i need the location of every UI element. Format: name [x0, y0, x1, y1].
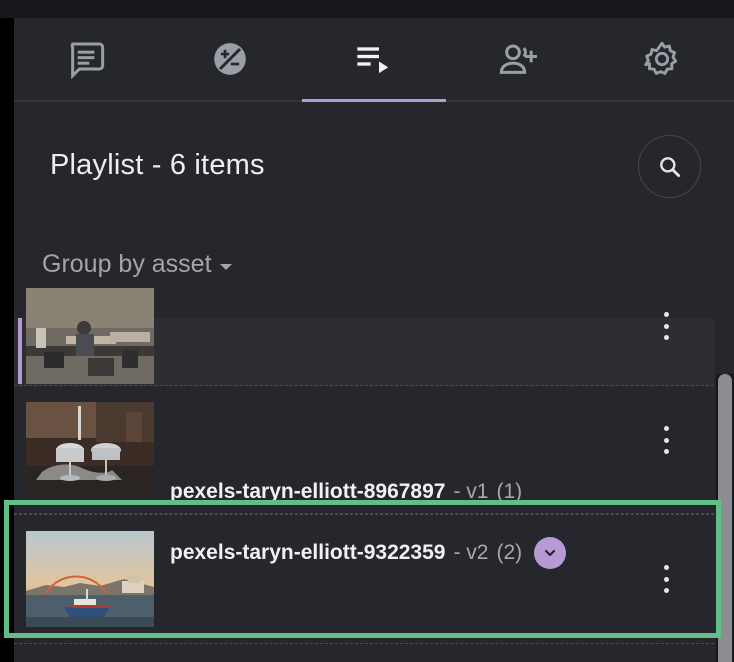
asset-name: pexels-taryn-elliott-9322359: [170, 541, 446, 564]
scrollbar-thumb[interactable]: [718, 374, 732, 662]
asset-name: pexels-taryn-elliott-8967897: [170, 480, 446, 503]
tab-bar: [14, 18, 734, 102]
thumbnail: [26, 531, 154, 627]
chevron-down-icon: [545, 549, 556, 557]
item-title: pexels-taryn-elliott-8967897 - v1 (1): [170, 480, 522, 504]
tab-invite[interactable]: [446, 18, 590, 100]
playlist-item[interactable]: [14, 288, 714, 386]
more-options-button[interactable]: [654, 559, 678, 599]
version-count: (2): [496, 541, 523, 564]
scrollbar-track[interactable]: [716, 374, 734, 662]
version-label: - v2: [453, 541, 489, 564]
playlist-list: pexels-taryn-elliott-8967897 - v1 (1) pe…: [14, 288, 714, 662]
tab-compare[interactable]: [158, 18, 302, 100]
thumbnail: [26, 288, 154, 384]
dot: [663, 565, 669, 570]
gear-icon: [644, 41, 678, 75]
chat-icon: [70, 42, 105, 79]
playlist-item-partial: [14, 644, 714, 662]
expand-versions-button[interactable]: [534, 537, 567, 569]
playlist-item[interactable]: pexels-taryn-elliott-9322359 - v2 (2): [14, 514, 714, 644]
dot: [663, 323, 669, 329]
dot: [663, 335, 669, 340]
search-icon: [659, 156, 680, 177]
playlist-icon: [357, 47, 389, 74]
search-button[interactable]: [638, 135, 701, 198]
dot: [663, 576, 669, 582]
top-strip: [0, 0, 734, 18]
dot: [663, 426, 669, 431]
dot: [663, 588, 669, 593]
tab-comments[interactable]: [14, 18, 158, 100]
more-options-button[interactable]: [654, 420, 678, 460]
add-user-icon: [499, 44, 537, 74]
version-label: - v1: [453, 480, 489, 503]
dot: [663, 449, 669, 454]
tab-playlist[interactable]: [302, 18, 446, 102]
page-title: Playlist - 6 items: [50, 149, 265, 181]
more-options-button[interactable]: [654, 306, 678, 346]
playlist-panel: Playlist - 6 items Group by asset pexels…: [14, 18, 734, 662]
dot: [663, 312, 669, 317]
left-edge: [0, 18, 14, 662]
caret-down-icon: [219, 263, 232, 270]
playlist-item[interactable]: pexels-taryn-elliott-8967897 - v1 (1): [14, 386, 714, 514]
item-title: pexels-taryn-elliott-9322359 - v2 (2): [170, 537, 567, 569]
tab-settings[interactable]: [590, 18, 734, 100]
thumbnail: [26, 402, 154, 498]
dot: [663, 437, 669, 443]
selected-indicator: [18, 318, 22, 384]
group-by-dropdown[interactable]: Group by asset: [42, 250, 232, 279]
version-count: (1): [496, 480, 523, 503]
group-by-label: Group by asset: [42, 250, 212, 278]
compare-icon: [214, 43, 246, 75]
